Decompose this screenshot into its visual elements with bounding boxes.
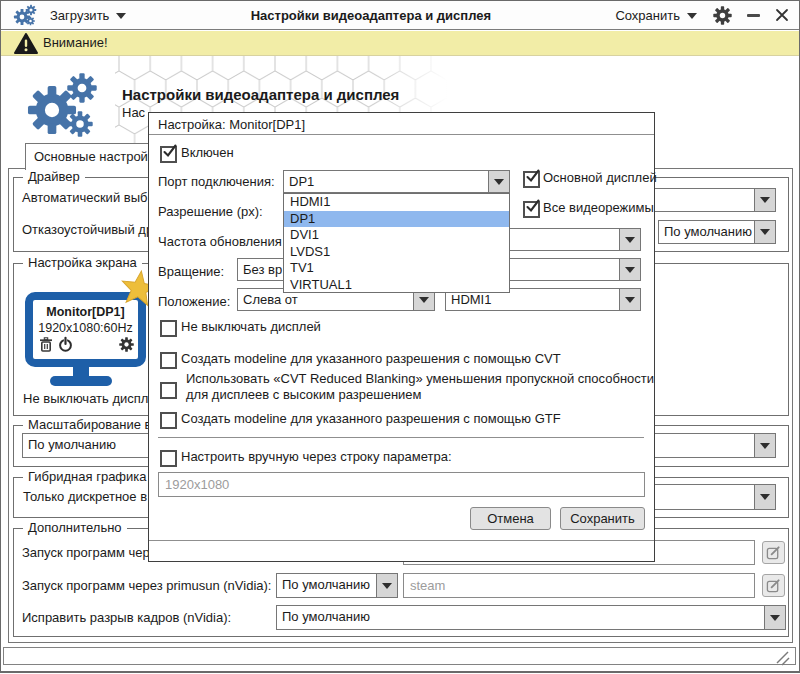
rb-label: Использовать «CVT Reduced Blanking» умен… xyxy=(186,371,654,402)
dont-poweroff-label: Не выключать диспл xyxy=(23,391,148,407)
port-combobox[interactable]: DP1 xyxy=(283,170,510,193)
save-button[interactable]: Сохранить xyxy=(560,507,645,530)
warning-text: Внимание! xyxy=(43,35,108,50)
allmodes-label: Все видеорежимы xyxy=(543,200,654,216)
resolution-label: Разрешение (px): xyxy=(158,204,263,220)
monitor-stand-base xyxy=(50,376,112,386)
run2-combobox[interactable]: По умолчанию xyxy=(276,573,398,598)
status-bar xyxy=(3,647,796,665)
cvt-checkbox[interactable] xyxy=(160,352,177,369)
app-logo-large xyxy=(18,66,106,150)
gtf-checkbox[interactable] xyxy=(160,412,177,429)
chevron-down-icon[interactable] xyxy=(754,221,775,243)
discrete-label: Только дискретное в xyxy=(23,489,147,505)
dropdown-option[interactable]: VIRTUAL1 xyxy=(284,277,509,294)
enabled-label: Включен xyxy=(181,145,234,161)
trash-icon[interactable] xyxy=(39,337,53,356)
page-title: Настройки видеоадаптера и дисплея xyxy=(122,86,399,103)
dropdown-option[interactable]: DVI1 xyxy=(284,227,509,244)
refresh-label: Частота обновления ( xyxy=(158,234,290,250)
rotation-label: Вращение: xyxy=(158,264,224,280)
run1-label: Запуск программ чере xyxy=(22,545,157,561)
cvt-label: Создать modeline для указанного разрешен… xyxy=(181,351,561,367)
monitor-settings-dialog: Настройка: Monitor[DP1] Включен Порт под… xyxy=(148,112,655,562)
chevron-down-icon[interactable] xyxy=(619,259,640,280)
manual-label: Настроить вручную через строку параметра… xyxy=(181,449,452,465)
chevron-down-icon[interactable] xyxy=(619,229,640,250)
auto-driver-label: Автоматический выб xyxy=(22,190,147,206)
close-button[interactable] xyxy=(775,8,789,22)
dontoff-label: Не выключать дисплей xyxy=(181,319,321,335)
group-screen-legend: Настройка экрана xyxy=(23,255,142,270)
pencil-icon xyxy=(766,578,781,593)
gtf-label: Создать modeline для указанного разрешен… xyxy=(181,411,561,427)
port-dropdown-list: HDMI1 DP1 DVI1 LVDS1 TV1 VIRTUAL1 xyxy=(283,193,510,293)
chevron-down-icon[interactable] xyxy=(376,574,397,597)
position-label: Положение: xyxy=(158,294,230,310)
chevron-down-icon[interactable] xyxy=(754,434,775,457)
load-menu-button[interactable]: Загрузить xyxy=(50,8,126,23)
dropdown-option[interactable]: TV1 xyxy=(284,260,509,277)
chevron-down-icon[interactable] xyxy=(754,485,775,509)
primary-display-checkbox[interactable] xyxy=(523,171,540,188)
settings-gear-icon[interactable] xyxy=(713,6,732,25)
run1-edit-button[interactable] xyxy=(762,541,785,564)
dropdown-option[interactable]: LVDS1 xyxy=(284,244,509,261)
primary-display-label: Основной дисплей xyxy=(543,170,657,186)
chevron-down-icon xyxy=(687,13,697,19)
chevron-down-icon[interactable] xyxy=(764,606,785,629)
power-icon[interactable] xyxy=(57,336,74,357)
dontoff-checkbox[interactable] xyxy=(160,320,177,337)
failsafe-driver-combobox[interactable]: По умолчанию xyxy=(658,220,776,244)
fix-label: Исправить разрыв кадров (nVidia): xyxy=(22,610,231,626)
port-label: Порт подключения: xyxy=(158,174,275,190)
minimize-button[interactable] xyxy=(747,14,760,17)
page-subtitle: Нас xyxy=(122,105,145,121)
warning-icon xyxy=(14,33,38,58)
pencil-icon xyxy=(766,545,781,560)
dropdown-option[interactable]: HDMI1 xyxy=(284,194,509,211)
group-driver-legend: Драйвер xyxy=(23,169,85,184)
group-additional-legend: Дополнительно xyxy=(23,520,127,535)
title-bar: Загрузить Настройки видеоадаптера и дисп… xyxy=(1,1,799,30)
run2-input[interactable] xyxy=(403,573,755,598)
save-menu-button[interactable]: Сохранить xyxy=(615,8,697,23)
fix-combobox[interactable]: По умолчанию xyxy=(276,605,786,630)
warning-bar: Внимание! xyxy=(1,31,799,56)
window-title: Настройки видеоадаптера и дисплея xyxy=(126,8,615,23)
rb-checkbox[interactable] xyxy=(160,382,177,399)
enabled-checkbox[interactable] xyxy=(160,146,177,163)
cancel-button[interactable]: Отмена xyxy=(470,507,551,530)
resize-grip[interactable] xyxy=(772,649,790,671)
manual-checkbox[interactable] xyxy=(160,450,177,467)
divider xyxy=(158,437,644,438)
tab-main-settings[interactable]: Основные настройки xyxy=(25,143,161,170)
divider xyxy=(149,540,654,541)
app-logo-icon xyxy=(12,3,38,27)
monitor-mode: 1920x1080:60Hz xyxy=(33,321,138,335)
divider xyxy=(149,134,654,135)
dialog-title: Настройка: Monitor[DP1] xyxy=(158,117,305,132)
application-window: Загрузить Настройки видеоадаптера и дисп… xyxy=(0,0,800,674)
manual-input[interactable] xyxy=(158,472,645,497)
group-hybrid-legend: Гибридная графика xyxy=(23,469,152,484)
chevron-down-icon[interactable] xyxy=(488,171,509,192)
allmodes-checkbox[interactable] xyxy=(523,201,540,218)
chevron-down-icon[interactable] xyxy=(619,289,640,310)
run2-edit-button[interactable] xyxy=(762,574,785,597)
chevron-down-icon[interactable] xyxy=(754,189,775,211)
chevron-down-icon xyxy=(116,13,126,19)
run2-label: Запуск программ через primusun (nVidia): xyxy=(22,578,271,594)
group-scaling-legend: Масштабирование вы xyxy=(23,417,166,432)
dropdown-option-selected[interactable]: DP1 xyxy=(284,211,509,228)
failsafe-driver-label: Отказоустойчивый др xyxy=(22,222,153,238)
monitor-gear-icon[interactable] xyxy=(119,337,134,356)
